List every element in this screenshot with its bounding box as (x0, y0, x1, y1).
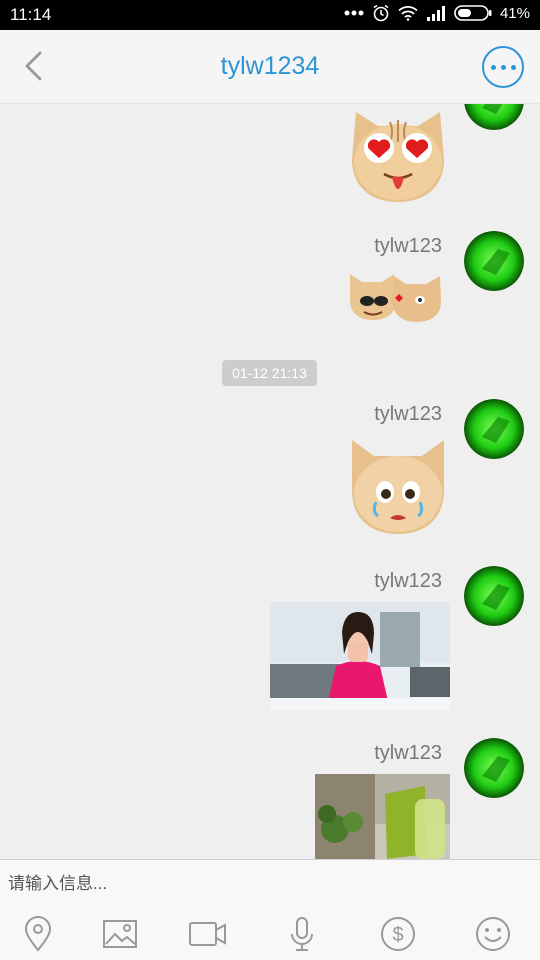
avatar[interactable] (464, 104, 524, 130)
svg-text:$: $ (392, 924, 403, 946)
microphone-icon[interactable] (282, 914, 322, 954)
chat-title: tylw1234 (220, 52, 320, 80)
avatar[interactable] (464, 399, 524, 459)
avatar[interactable] (464, 566, 524, 626)
battery-percent: 41% (499, 4, 530, 22)
avatar[interactable] (464, 231, 524, 291)
sunglasses-cats-emoji[interactable] (348, 270, 443, 322)
money-icon[interactable]: $ (378, 914, 418, 954)
desk-plant-photo[interactable] (315, 774, 450, 859)
status-bar: 11:14 41% (0, 0, 540, 30)
notification-dots-icon (344, 10, 364, 16)
message-input-bar: $ (0, 859, 540, 960)
crying-cat-emoji[interactable] (348, 438, 448, 536)
message-sender: tylw123 (374, 570, 442, 592)
more-dots-icon[interactable] (482, 46, 524, 88)
message-sender: tylw123 (374, 235, 442, 257)
image-icon[interactable] (100, 914, 140, 954)
heart-eyes-cat-emoji[interactable] (348, 104, 448, 204)
timestamp-badge: 01-12 21:13 (222, 360, 317, 386)
status-time: 11:14 (10, 5, 52, 24)
wifi-icon (398, 6, 418, 21)
alarm-clock-icon (373, 4, 389, 22)
message-sender: tylw123 (374, 403, 442, 425)
battery-icon (454, 5, 492, 21)
video-icon[interactable] (188, 914, 228, 954)
chat-header: tylw1234 (0, 30, 540, 104)
woman-blowing-kiss-photo[interactable] (270, 602, 450, 710)
location-icon[interactable] (18, 914, 58, 954)
message-input[interactable] (8, 872, 528, 896)
message-sender: tylw123 (374, 742, 442, 764)
signal-icon (426, 5, 445, 21)
avatar[interactable] (464, 738, 524, 798)
chat-message-list[interactable]: tylw123 01-12 21:13 tylw123 tylw123 tylw… (0, 104, 540, 859)
status-icons: 41% (344, 4, 530, 22)
smiley-icon[interactable] (473, 914, 513, 954)
